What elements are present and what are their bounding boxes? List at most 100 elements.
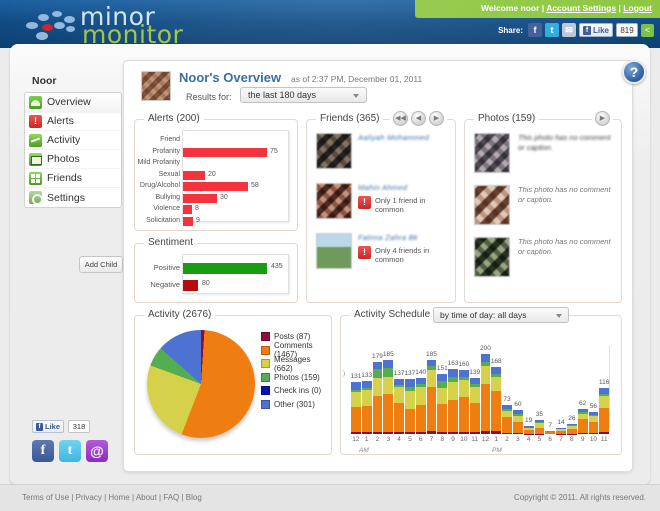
friend-thumbnail[interactable] <box>316 183 352 219</box>
schedule-axis-tick: 3 <box>516 436 520 443</box>
schedule-bar-segment <box>426 369 437 388</box>
share-icon[interactable]: < <box>641 23 654 37</box>
schedule-bar-segment <box>404 391 415 409</box>
schedule-axis-tick: 4 <box>526 436 531 443</box>
schedule-bar-segment <box>361 380 372 389</box>
logout-link[interactable]: Logout <box>623 3 652 13</box>
schedule-bar: 185 <box>383 348 394 434</box>
avatar <box>141 71 171 101</box>
friend-name[interactable]: Fatima Zahra Bk <box>358 233 448 242</box>
schedule-bar: 185 <box>426 348 437 434</box>
schedule-bar-segment <box>361 390 372 406</box>
friend-thumbnail[interactable] <box>316 133 352 169</box>
schedule-bar-segment <box>458 380 469 398</box>
photos-panel: Photos (159) ▶ This photo has no comment… <box>464 111 622 303</box>
activity-schedule-panel: Activity Schedule by time of day: all da… <box>340 307 622 455</box>
photo-thumbnail[interactable] <box>474 185 510 225</box>
schedule-bar-segment <box>437 388 448 404</box>
alert-label: Mild Profanity <box>137 159 180 166</box>
pie-legend-item: Check ins (0) <box>261 384 331 398</box>
alert-bar <box>183 216 193 226</box>
friend-warning-text: Only 4 friends in common <box>375 246 430 264</box>
legend-swatch <box>261 332 270 342</box>
schedule-bar: 73 <box>502 348 512 434</box>
schedule-axis-tick: 9 <box>451 436 455 443</box>
schedule-am-label: AM <box>359 447 369 454</box>
friend-warning: ! Only 1 friend in common <box>358 196 448 214</box>
photos-next-button[interactable]: ▶ <box>595 111 610 126</box>
alert-label: Friend <box>160 136 180 143</box>
account-settings-link[interactable]: Account Settings <box>546 3 616 13</box>
friend-name[interactable]: Mahin Ahmed <box>358 183 448 192</box>
sidebar-title: Noor <box>32 75 57 87</box>
schedule-bar-value: 185 <box>426 351 437 358</box>
facebook-share-icon[interactable]: f <box>527 23 542 37</box>
alert-bar <box>183 170 205 180</box>
sidebar: Noor Overview Alerts Activity Photos Fri… <box>24 72 122 208</box>
twitter-icon[interactable]: t <box>59 440 81 462</box>
schedule-bar-segment <box>383 377 394 395</box>
sidebar-label-activity: Activity <box>47 134 81 146</box>
friends-first-button[interactable]: ◀◀ <box>393 111 408 126</box>
schedule-bar: 151 <box>436 348 448 434</box>
sidebar-facebook-like-button[interactable]: f Like <box>32 420 65 433</box>
schedule-bar-segment <box>394 387 404 404</box>
sidebar-item-alerts[interactable]: Alerts <box>25 112 121 131</box>
friend-list-item[interactable]: Aaliyah Mohammed <box>316 133 448 169</box>
email-share-icon[interactable]: ✉ <box>561 23 576 37</box>
legend-label: Check ins (0) <box>274 386 322 396</box>
friend-thumbnail[interactable] <box>316 233 352 269</box>
schedule-bar: 116 <box>599 348 609 434</box>
schedule-bar-segment <box>512 421 523 433</box>
photo-list-item[interactable]: This photo has no comment or caption. <box>474 133 614 173</box>
schedule-bar-value: 151 <box>436 364 448 372</box>
photo-caption: This photo has no comment or caption. <box>518 133 611 152</box>
schedule-bar: 139 <box>469 348 481 434</box>
photo-list-item[interactable]: This photo has no comment or caption. <box>474 237 614 277</box>
facebook-like-button[interactable]: f Like <box>578 23 613 37</box>
friend-name[interactable]: Aaliyah Mohammed <box>358 133 448 142</box>
activity-panel: Activity (2676) Posts (87) Comments (1467… <box>134 309 332 455</box>
email-icon[interactable]: @ <box>86 440 108 462</box>
results-range-select[interactable]: the last 180 days <box>240 87 367 103</box>
add-child-button[interactable]: Add Child <box>79 256 123 273</box>
schedule-chart: ) 131 133 179 185 137 137 140 185 151 163 160 139 20… <box>343 330 617 454</box>
sidebar-item-settings[interactable]: Settings <box>25 188 121 207</box>
schedule-bar-value: 139 <box>469 369 481 377</box>
sidebar-item-overview[interactable]: Overview <box>25 93 121 112</box>
friend-list-item[interactable]: Fatima Zahra Bk! Only 4 friends in common <box>316 233 448 269</box>
chevron-down-icon <box>556 314 562 318</box>
share-bar: Share: f t ✉ f Like 819 < <box>498 22 654 38</box>
sidebar-item-friends[interactable]: Friends <box>25 169 121 188</box>
schedule-axis-tick: 7 <box>429 436 434 443</box>
alerts-legend: Alerts (200) <box>144 113 204 124</box>
schedule-bar-value: 19 <box>525 417 533 425</box>
schedule-axis-tick: 5 <box>537 436 542 443</box>
overview-header: Noor's Overview as of 2:37 PM, December … <box>124 61 632 113</box>
schedule-bar-segment <box>458 370 469 378</box>
sidebar-social: f Like 318 f t @ <box>32 420 122 462</box>
schedule-bar-value: 179 <box>372 353 383 361</box>
twitter-share-icon[interactable]: t <box>544 23 559 37</box>
photo-caption: This photo has no comment or caption. <box>518 237 611 256</box>
schedule-axis-tick: 5 <box>408 436 412 443</box>
photo-thumbnail[interactable] <box>474 133 510 173</box>
warning-icon: ! <box>358 246 371 259</box>
schedule-bar-segment <box>383 367 394 378</box>
photo-list-item[interactable]: This photo has no comment or caption. <box>474 185 614 225</box>
schedule-range-select[interactable]: by time of day: all days <box>433 307 569 323</box>
friends-prev-button[interactable]: ◀ <box>411 111 426 126</box>
friends-next-button[interactable]: ▶ <box>429 111 444 126</box>
welcome-text: Welcome noor | <box>480 3 547 13</box>
activity-schedule-legend: Activity Schedule <box>350 309 435 320</box>
facebook-icon[interactable]: f <box>32 440 54 462</box>
footer-links[interactable]: Terms of Use | Privacy | Home | About | … <box>22 493 202 502</box>
schedule-axis-tick: 12 <box>352 436 360 443</box>
photo-thumbnail[interactable] <box>474 237 510 277</box>
friend-list-item[interactable]: Mahin Ahmed ! Only 1 friend in common <box>316 183 448 219</box>
sidebar-label-photos: Photos <box>47 153 80 165</box>
sidebar-item-activity[interactable]: Activity <box>25 131 121 150</box>
sidebar-item-photos[interactable]: Photos <box>25 150 121 169</box>
alert-value: 75 <box>270 147 278 155</box>
schedule-bar-segment <box>351 381 361 390</box>
